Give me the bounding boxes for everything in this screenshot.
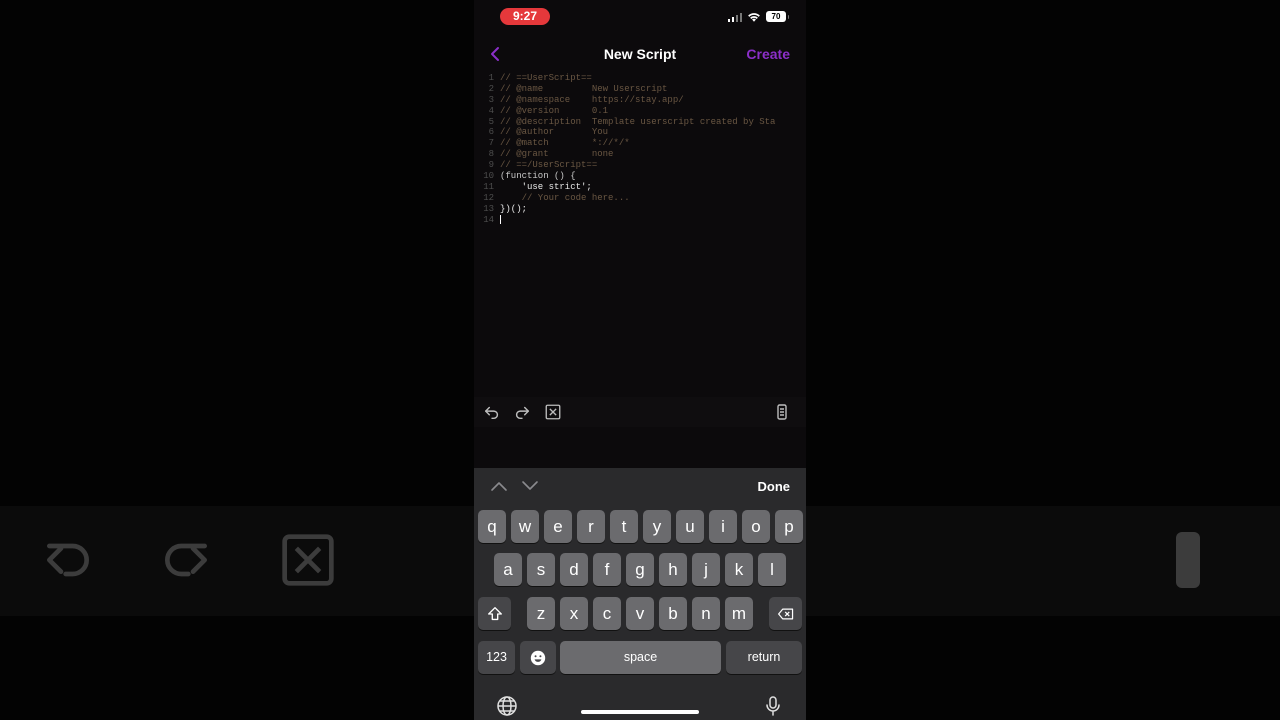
battery-icon: 70 xyxy=(766,11,789,22)
redo-icon[interactable] xyxy=(513,403,531,421)
key-e[interactable]: e xyxy=(544,510,572,543)
code-line: 12 // Your code here... xyxy=(483,192,630,203)
key-r[interactable]: r xyxy=(577,510,605,543)
key-f[interactable]: f xyxy=(593,553,621,586)
text-cursor xyxy=(500,214,501,224)
code-line: 4// @version 0.1 xyxy=(488,105,609,116)
code-line: 14 xyxy=(474,214,806,226)
keyboard: Done q w e r t y u i o p a s d f g h j k… xyxy=(474,468,806,720)
shift-icon xyxy=(487,606,502,620)
chevron-up-icon[interactable] xyxy=(490,478,508,494)
code-line: 13})(); xyxy=(483,203,528,214)
code-line: 2// @name New Userscript xyxy=(488,83,668,94)
background-keyboard-icon xyxy=(1176,532,1200,588)
key-v[interactable]: v xyxy=(626,597,654,630)
keyboard-icon[interactable] xyxy=(777,403,787,421)
home-indicator xyxy=(581,710,699,714)
background-redo-icon xyxy=(158,532,214,588)
chevron-down-icon[interactable] xyxy=(521,478,539,494)
key-m[interactable]: m xyxy=(725,597,753,630)
backspace-icon xyxy=(777,607,793,620)
return-key[interactable]: return xyxy=(726,641,802,674)
code-line: 7// @match *://*/* xyxy=(488,138,630,149)
key-s[interactable]: s xyxy=(527,553,555,586)
space-key[interactable]: space xyxy=(560,641,721,674)
key-j[interactable]: j xyxy=(692,553,720,586)
code-line: 3// @namespace https://stay.app/ xyxy=(488,94,684,105)
key-z[interactable]: z xyxy=(527,597,555,630)
key-n[interactable]: n xyxy=(692,597,720,630)
status-time: 9:27 xyxy=(500,8,550,25)
undo-icon[interactable] xyxy=(483,403,501,421)
microphone-icon[interactable] xyxy=(762,695,784,717)
emoji-key[interactable] xyxy=(520,641,556,674)
key-t[interactable]: t xyxy=(610,510,638,543)
code-line: 6// @author You xyxy=(488,127,609,138)
globe-icon[interactable] xyxy=(496,695,518,717)
code-editor[interactable]: 1// ==UserScript== 2// @name New Userscr… xyxy=(474,73,806,395)
key-h[interactable]: h xyxy=(659,553,687,586)
key-p[interactable]: p xyxy=(775,510,803,543)
code-line: 10 (function () { xyxy=(483,171,576,182)
code-line: 11 'use strict'; xyxy=(483,181,592,192)
emoji-icon xyxy=(530,650,546,665)
key-l[interactable]: l xyxy=(758,553,786,586)
code-line: 1// ==UserScript== xyxy=(488,73,592,83)
code-line: 5// @description Template userscript cre… xyxy=(488,116,776,127)
keyboard-accessory-bar: Done xyxy=(474,468,806,504)
key-y[interactable]: y xyxy=(643,510,671,543)
key-d[interactable]: d xyxy=(560,553,588,586)
navigation-bar: New Script Create xyxy=(474,38,806,70)
key-k[interactable]: k xyxy=(725,553,753,586)
code-line: 8// @grant none xyxy=(488,149,614,160)
key-w[interactable]: w xyxy=(511,510,539,543)
key-o[interactable]: o xyxy=(742,510,770,543)
key-g[interactable]: g xyxy=(626,553,654,586)
background-clear-icon xyxy=(280,532,336,588)
phone-screen: 9:27 70 New Script Create 1// ==UserScri… xyxy=(474,0,806,720)
numbers-key[interactable]: 123 xyxy=(478,641,515,674)
code-line: 9// ==/UserScript== xyxy=(488,160,598,171)
status-indicators: 70 xyxy=(727,11,789,22)
cellular-signal-icon xyxy=(727,12,742,22)
key-c[interactable]: c xyxy=(593,597,621,630)
background-undo-icon xyxy=(40,532,96,588)
key-q[interactable]: q xyxy=(478,510,506,543)
wifi-icon xyxy=(747,11,761,22)
done-button[interactable]: Done xyxy=(758,479,791,494)
key-u[interactable]: u xyxy=(676,510,704,543)
clear-icon[interactable] xyxy=(544,403,562,421)
key-b[interactable]: b xyxy=(659,597,687,630)
delete-key[interactable] xyxy=(769,597,802,630)
status-bar: 9:27 70 xyxy=(474,0,806,36)
shift-key[interactable] xyxy=(478,597,511,630)
key-a[interactable]: a xyxy=(494,553,522,586)
key-x[interactable]: x xyxy=(560,597,588,630)
editor-toolbar xyxy=(474,397,806,427)
create-button[interactable]: Create xyxy=(746,46,790,62)
key-i[interactable]: i xyxy=(709,510,737,543)
